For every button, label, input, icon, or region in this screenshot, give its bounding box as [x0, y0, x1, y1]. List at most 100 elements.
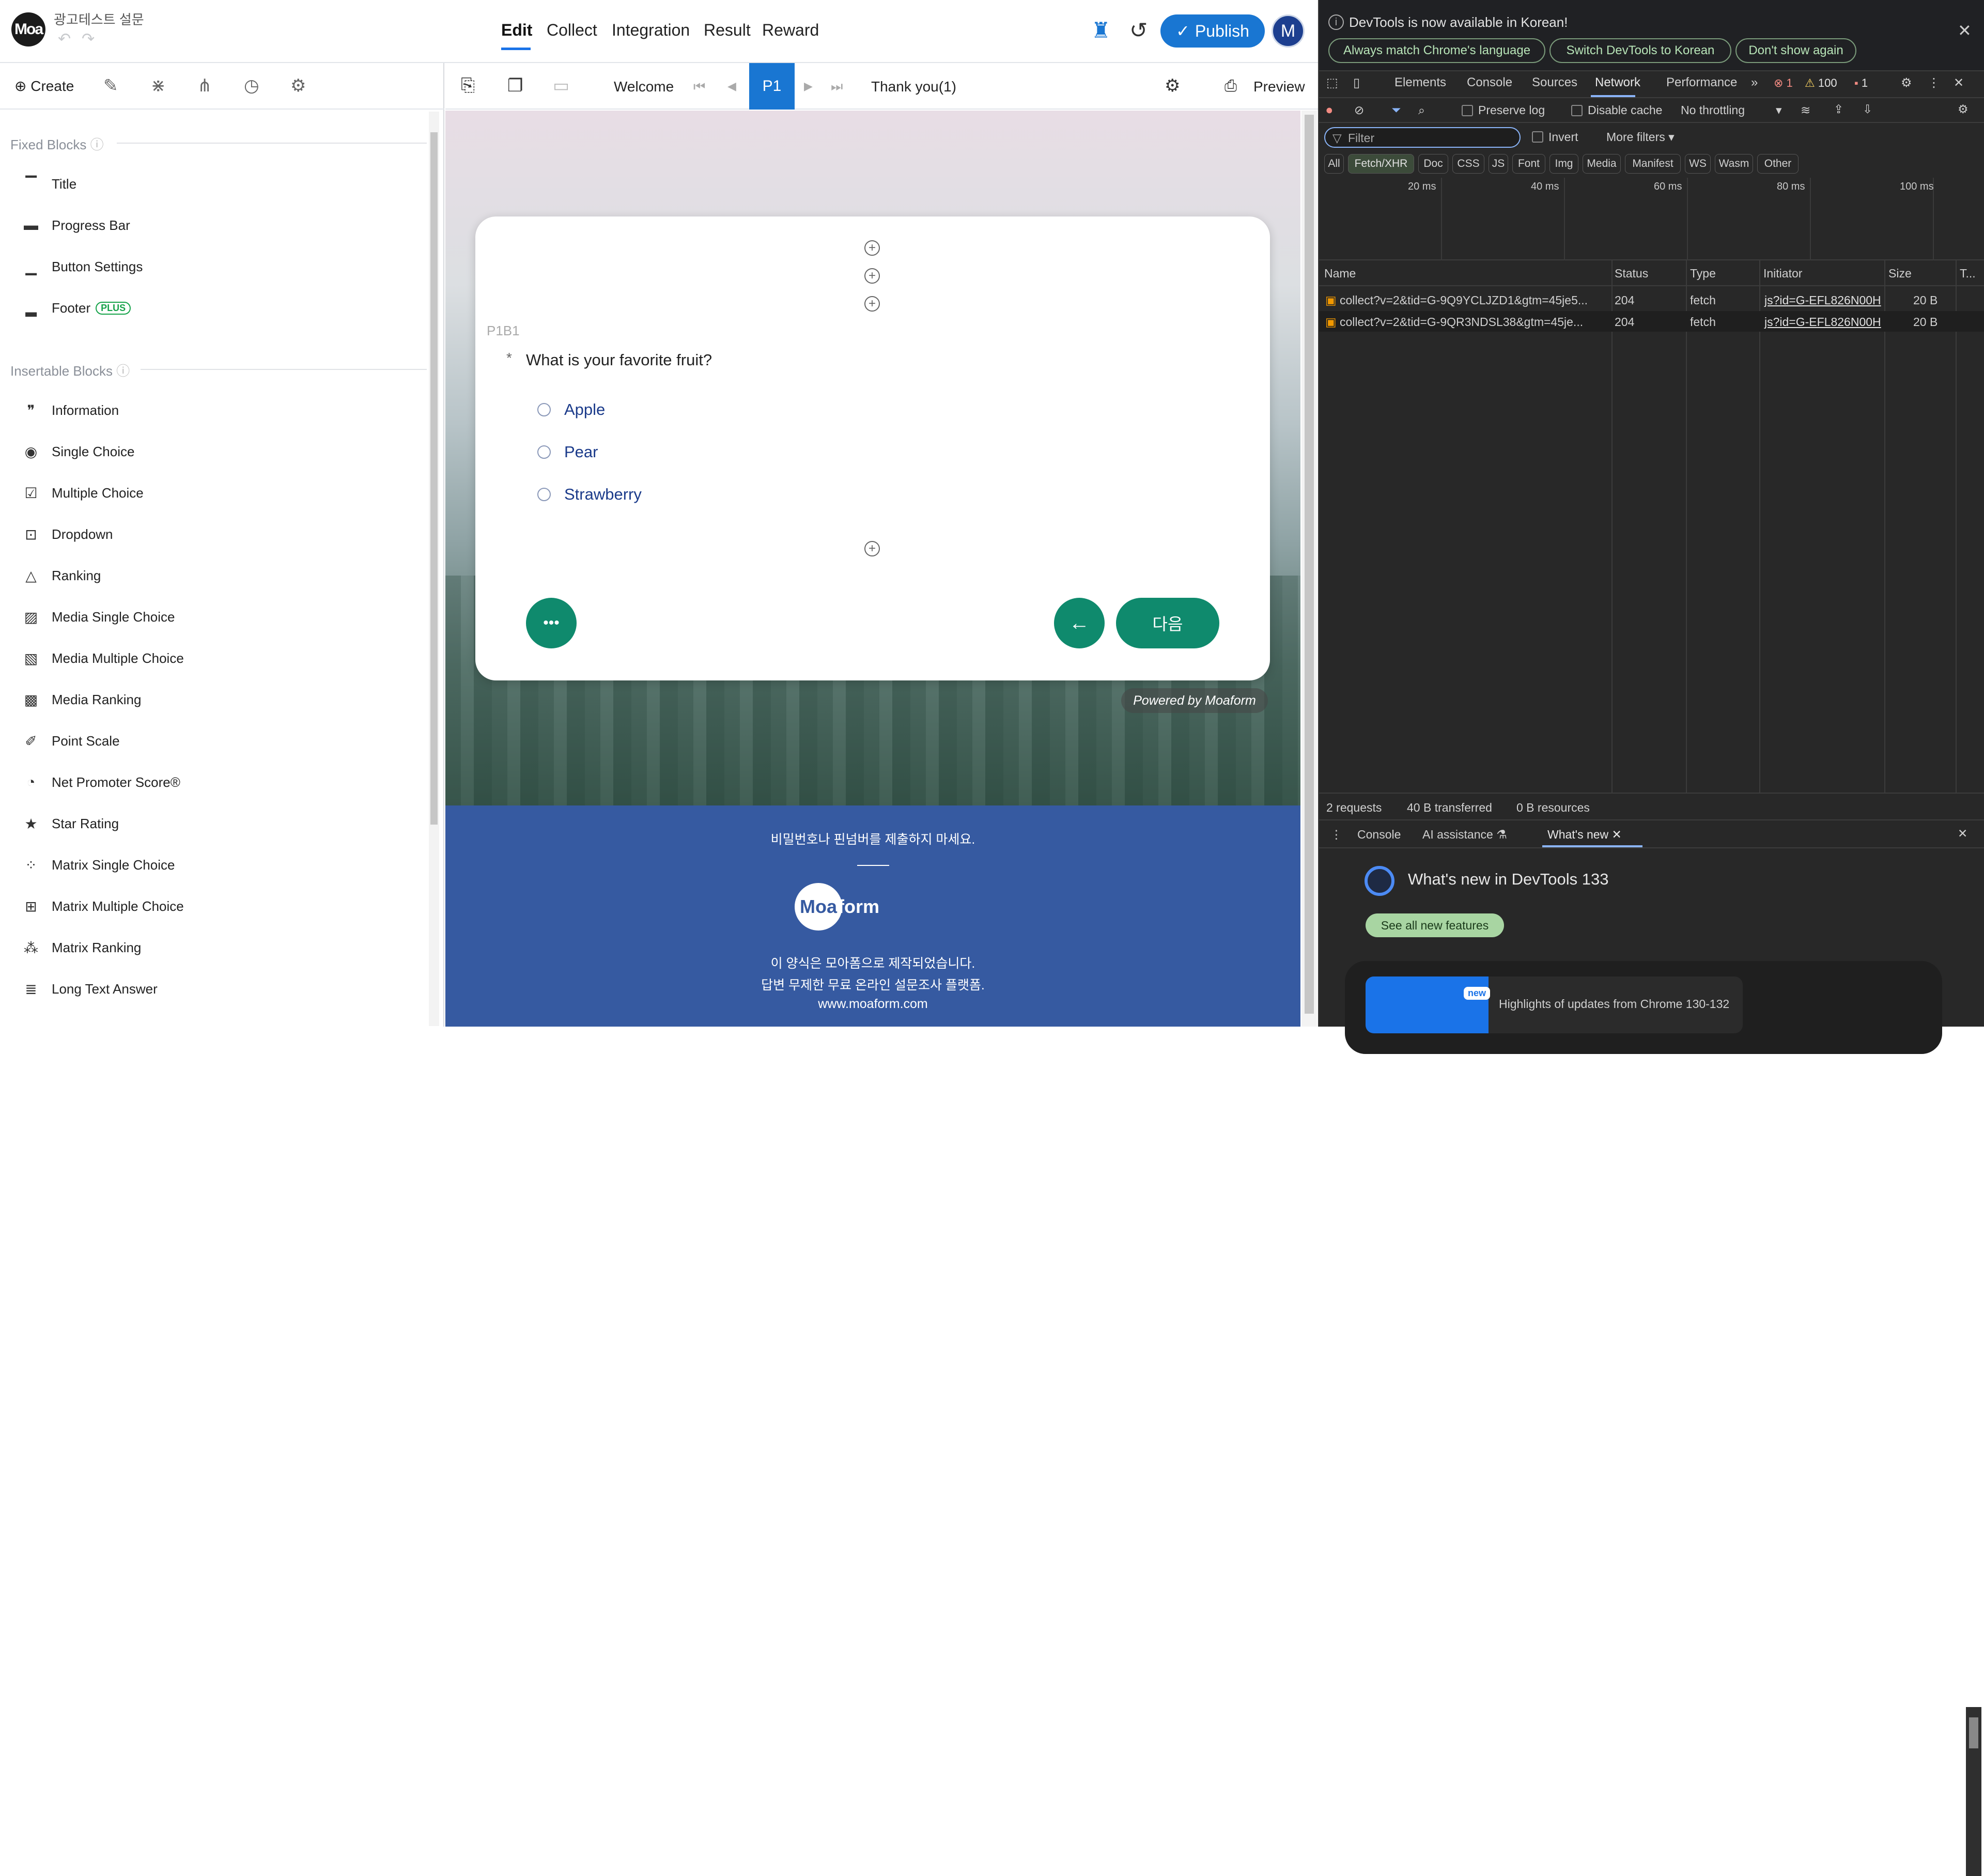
dont-show-button[interactable]: Don't show again [1735, 38, 1856, 63]
filter-type-all[interactable]: All [1324, 154, 1344, 174]
fixed-block-title[interactable]: ▔ Title [21, 174, 76, 194]
add-block-icon[interactable]: + [864, 541, 880, 556]
request-name[interactable]: collect?v=2&tid=G-9QR3NDSL38&gtm=45je... [1340, 315, 1583, 329]
insert-block-information[interactable]: ❞ Information [21, 400, 119, 421]
help-icon[interactable]: ⓘ [116, 363, 130, 379]
preview-button[interactable]: Preview [1253, 79, 1305, 95]
fixed-block-progress-bar[interactable]: ▬ Progress Bar [21, 215, 130, 236]
close-devtools-icon[interactable]: ✕ [1954, 75, 1964, 90]
col-size[interactable]: Size [1888, 267, 1912, 281]
option-strawberry[interactable]: Strawberry [537, 485, 642, 504]
issue-badge[interactable]: ▪ 1 [1854, 76, 1868, 90]
see-all-features-button[interactable]: See all new features [1366, 913, 1504, 937]
back-button[interactable]: ← [1054, 598, 1105, 648]
insert-block-net-promoter-score[interactable]: ◔ Net Promoter Score® [21, 772, 180, 793]
request-row[interactable]: ▣ collect?v=2&tid=G-9Q9YCLJZD1&gtm=45je5.… [1319, 289, 1984, 310]
add-block-icon[interactable]: + [864, 268, 880, 284]
filter-type-img[interactable]: Img [1549, 154, 1578, 174]
undo-icon[interactable]: ↶ [58, 30, 71, 48]
insert-block-dropdown[interactable]: ⊡ Dropdown [21, 524, 113, 545]
request-initiator[interactable]: js?id=G-EFL826N00H [1764, 315, 1881, 329]
clear-icon[interactable]: ⊘ [1354, 103, 1364, 117]
device-toolbar-icon[interactable]: ▯ [1353, 75, 1360, 90]
add-block-icon[interactable]: + [864, 296, 880, 312]
always-match-button[interactable]: Always match Chrome's language [1328, 38, 1545, 63]
page-thankyou[interactable]: Thank you(1) [871, 79, 956, 95]
chess-icon[interactable]: ♜ [1091, 18, 1111, 43]
tab-elements[interactable]: Elements [1394, 75, 1446, 90]
tab-performance[interactable]: Performance [1666, 75, 1737, 90]
powered-by-badge[interactable]: Powered by Moaform [1121, 688, 1268, 713]
filter-type-other[interactable]: Other [1757, 154, 1799, 174]
error-badge[interactable]: ⊗ 1 [1774, 76, 1793, 90]
insert-block-matrix-multiple-choice[interactable]: ⊞ Matrix Multiple Choice [21, 896, 183, 917]
filter-type-manifest[interactable]: Manifest [1625, 154, 1681, 174]
page-settings-icon[interactable]: ⚙ [1165, 75, 1180, 96]
nav-result[interactable]: Result [704, 21, 751, 40]
more-filters-button[interactable]: More filters ▾ [1606, 130, 1675, 144]
filter-type-css[interactable]: CSS [1452, 154, 1484, 174]
page-welcome[interactable]: Welcome [614, 79, 674, 95]
throttling-select[interactable]: No throttling [1681, 103, 1745, 117]
preview-icon[interactable]: ⎙ [1225, 77, 1237, 95]
drawer-tab-whatsnew[interactable]: What's new ✕ [1547, 828, 1622, 842]
help-icon[interactable]: ⓘ [90, 137, 104, 152]
filter-type-fetch-xhr[interactable]: Fetch/XHR [1348, 154, 1414, 174]
record-icon[interactable]: ⏺ [1326, 103, 1332, 117]
clock-icon[interactable]: ◷ [244, 75, 259, 96]
sidebar-scrollbar[interactable] [429, 112, 439, 1026]
request-name[interactable]: collect?v=2&tid=G-9Q9YCLJZD1&gtm=45je5..… [1340, 293, 1588, 307]
insert-block-matrix-ranking[interactable]: ⁂ Matrix Ranking [21, 937, 141, 958]
drawer-tab-ai[interactable]: AI assistance ⚗ [1422, 828, 1507, 842]
col-name[interactable]: Name [1324, 267, 1356, 281]
add-page-icon[interactable]: ⎘ [461, 75, 475, 96]
moaform-logo[interactable]: Moa [11, 12, 45, 46]
page-p1-tab[interactable]: P1 [749, 63, 795, 110]
preserve-log-checkbox[interactable] [1462, 105, 1473, 116]
canvas-scrollbar[interactable] [1301, 111, 1317, 1027]
switch-korean-button[interactable]: Switch DevTools to Korean [1549, 38, 1731, 63]
insert-block-media-ranking[interactable]: ▩ Media Ranking [21, 689, 142, 710]
invert-checkbox[interactable] [1532, 131, 1543, 143]
upload-icon[interactable]: ⇪ [1834, 102, 1843, 116]
filter-type-media[interactable]: Media [1583, 154, 1621, 174]
nav-reward[interactable]: Reward [762, 21, 819, 40]
tab-sources[interactable]: Sources [1532, 75, 1577, 90]
drawer-menu-icon[interactable]: ⋮ [1330, 828, 1342, 842]
gear-icon[interactable]: ⚙ [290, 75, 306, 96]
brush-icon[interactable]: ✎ [103, 75, 118, 96]
download-icon[interactable]: ⇩ [1863, 102, 1872, 116]
more-button[interactable]: ••• [526, 598, 577, 648]
filter-icon[interactable]: ⏷ [1391, 103, 1401, 117]
warning-badge[interactable]: ⚠ 100 [1805, 76, 1837, 90]
disable-cache-checkbox[interactable] [1571, 105, 1583, 116]
footer-url[interactable]: www.moaform.com [445, 997, 1300, 1012]
insert-block-multiple-choice[interactable]: ☑ Multiple Choice [21, 483, 143, 503]
copy-page-icon[interactable]: ❐ [507, 75, 523, 96]
insert-block-long-text-answer[interactable]: ≣ Long Text Answer [21, 979, 158, 999]
insert-block-star-rating[interactable]: ★ Star Rating [21, 813, 119, 834]
branch-icon[interactable]: ⋔ [197, 75, 212, 96]
insert-block-media-multiple-choice[interactable]: ▧ Media Multiple Choice [21, 648, 184, 669]
last-page-icon[interactable]: ⏭ [831, 79, 843, 95]
tab-console[interactable]: Console [1467, 75, 1512, 90]
nav-edit[interactable]: Edit [501, 21, 532, 40]
drawer-tab-console[interactable]: Console [1357, 828, 1401, 842]
option-apple[interactable]: Apple [537, 400, 605, 419]
settings-icon[interactable]: ⚙ [1901, 75, 1912, 90]
wifi-icon[interactable]: ≋ [1801, 103, 1810, 117]
first-page-icon[interactable]: ⏮ [693, 79, 705, 95]
more-tabs-icon[interactable]: » [1751, 75, 1758, 90]
next-page-icon[interactable]: ▶ [804, 80, 813, 93]
filter-input[interactable]: ▽ Filter [1324, 127, 1521, 148]
nav-collect[interactable]: Collect [547, 21, 597, 40]
fixed-block-button-settings[interactable]: ▁ Button Settings [21, 256, 143, 277]
filter-type-wasm[interactable]: Wasm [1715, 154, 1753, 174]
delete-page-icon[interactable]: ▭ [553, 75, 569, 96]
avatar[interactable]: M [1272, 14, 1305, 48]
add-block-icon[interactable]: + [864, 240, 880, 256]
col-initiator[interactable]: Initiator [1763, 267, 1802, 281]
request-initiator[interactable]: js?id=G-EFL826N00H [1764, 293, 1881, 307]
insert-block-point-scale[interactable]: ✐ Point Scale [21, 731, 119, 751]
chevron-down-icon[interactable]: ▾ [1776, 103, 1782, 117]
